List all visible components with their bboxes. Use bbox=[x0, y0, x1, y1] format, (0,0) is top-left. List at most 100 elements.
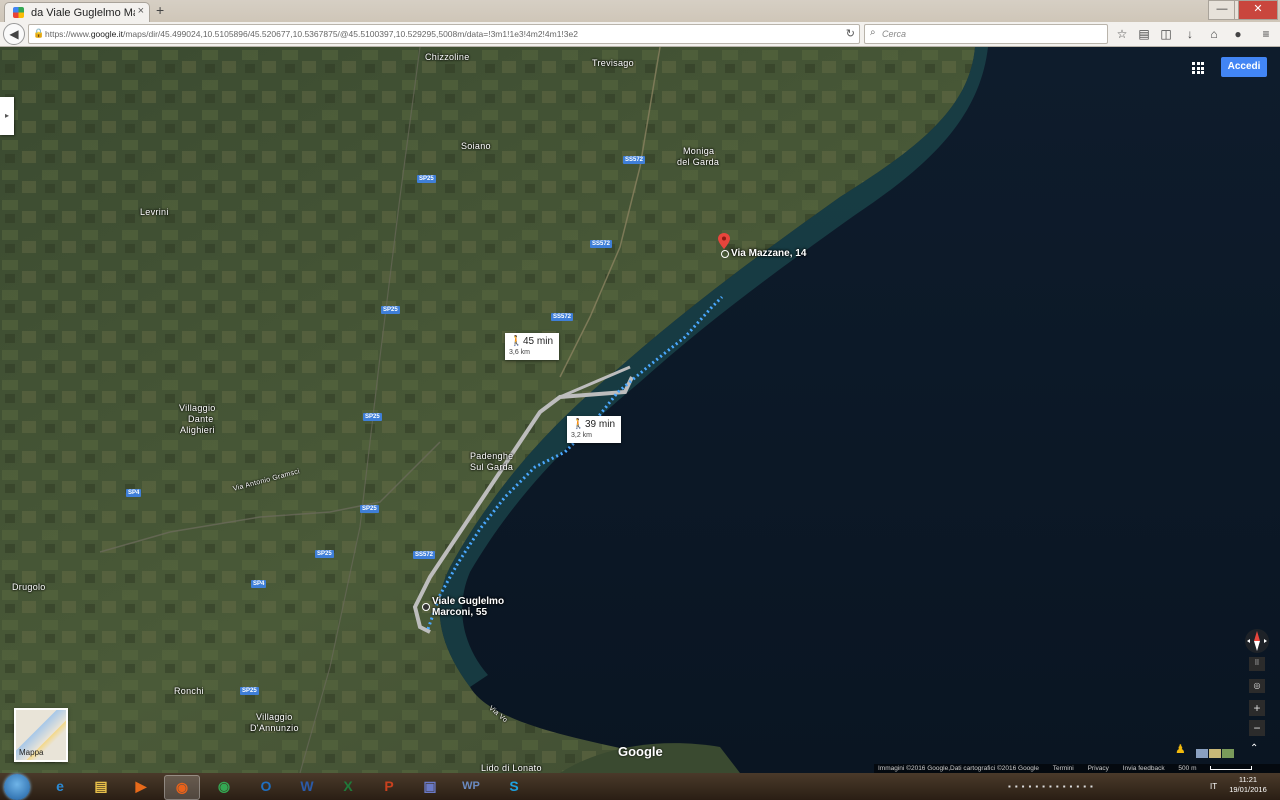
route-main-box[interactable]: 🚶 39 min 3,2 km bbox=[567, 416, 621, 443]
road-badge: SP25 bbox=[363, 413, 382, 421]
reading-list-icon[interactable]: ▤ bbox=[1136, 26, 1152, 42]
road-badge: SP4 bbox=[251, 580, 267, 588]
satellite-map[interactable]: ▸ Chizzoline Trevisago Soiano Moniga del… bbox=[0, 47, 1280, 773]
new-tab-button[interactable]: + bbox=[156, 2, 164, 18]
pegman-icon[interactable]: ♟ bbox=[1175, 742, 1187, 756]
taskbar-app-ie[interactable]: e bbox=[43, 775, 77, 798]
map-type-label: Mappa bbox=[19, 748, 44, 757]
place-label: Alighieri bbox=[180, 425, 215, 435]
window-close-button[interactable]: ✕ bbox=[1238, 0, 1278, 20]
road-badge: SS572 bbox=[623, 156, 646, 164]
place-label: Ronchi bbox=[174, 686, 204, 696]
zoom-in-button[interactable]: + bbox=[1249, 700, 1265, 716]
my-location-icon[interactable]: ◎ bbox=[1249, 679, 1265, 693]
compass-icon[interactable] bbox=[1244, 628, 1270, 654]
url-text: https://www.google.it/maps/dir/45.499024… bbox=[45, 29, 578, 39]
sidebar-toggle-button[interactable]: ▸ bbox=[0, 97, 14, 135]
road-badge: SS572 bbox=[413, 551, 436, 559]
taskbar-app-excel[interactable]: X bbox=[331, 775, 365, 798]
terms-link[interactable]: Termini bbox=[1053, 765, 1074, 772]
taskbar-app-skype[interactable]: S bbox=[497, 775, 531, 798]
taskbar-app-word[interactable]: W bbox=[290, 775, 324, 798]
url-bar[interactable]: 🔒 https://www.google.it/maps/dir/45.4990… bbox=[28, 24, 860, 44]
windows-taskbar: e ▤ ▶ ◉ ◉ O W X P ▣ WP S IT ▪▪▪▪▪▪▪▪▪▪▪▪… bbox=[0, 773, 1280, 800]
home-icon[interactable]: ⌂ bbox=[1206, 26, 1222, 42]
ie-icon: e bbox=[56, 778, 64, 794]
place-label: del Garda bbox=[677, 157, 720, 167]
language-indicator[interactable]: IT bbox=[1210, 782, 1217, 791]
place-label: Drugolo bbox=[12, 582, 46, 592]
place-label: Chizzoline bbox=[425, 52, 470, 62]
walking-icon: 🚶 bbox=[510, 336, 523, 347]
place-label: Villaggio bbox=[179, 403, 216, 413]
taskbar-app-chrome[interactable]: ◉ bbox=[207, 775, 241, 798]
clock-time: 11:21 bbox=[1238, 775, 1258, 784]
outlook-icon: O bbox=[260, 778, 272, 794]
imagery-credit: Immagini ©2016 Google,Dati cartografici … bbox=[878, 765, 1039, 772]
clock[interactable]: 11:21 19/01/2016 bbox=[1228, 775, 1268, 795]
word-icon: W bbox=[300, 778, 314, 794]
destination-label[interactable]: Via Mazzane, 14 bbox=[731, 248, 806, 259]
map-type-toggle[interactable]: Mappa bbox=[14, 708, 68, 762]
taskbar-app-wordpad[interactable]: WP bbox=[454, 775, 488, 798]
place-label: Lido di Lonato bbox=[481, 763, 542, 773]
route-distance: 3,6 km bbox=[509, 349, 531, 356]
taskbar-app-generic[interactable]: ▣ bbox=[413, 775, 447, 798]
destination-point-icon bbox=[721, 250, 729, 258]
app-icon: ▣ bbox=[423, 778, 437, 794]
apps-grid-icon[interactable] bbox=[1192, 62, 1204, 74]
folder-icon: ▤ bbox=[94, 778, 108, 794]
feedback-link[interactable]: Invia feedback bbox=[1123, 765, 1165, 772]
taskbar-app-outlook[interactable]: O bbox=[249, 775, 283, 798]
firefox-icon: ◉ bbox=[175, 779, 189, 795]
accedi-button[interactable]: Accedi bbox=[1221, 57, 1267, 77]
origin-label[interactable]: Viale Guglelmo Marconi, 55 bbox=[432, 596, 504, 618]
tray-icons[interactable]: ▪▪▪▪▪▪▪▪▪▪▪▪▪ bbox=[1008, 782, 1097, 791]
start-button[interactable] bbox=[4, 774, 30, 800]
chat-icon[interactable]: ● bbox=[1230, 26, 1246, 42]
origin-label-line1: Viale Guglelmo bbox=[432, 596, 505, 607]
tilt-icon[interactable]: ⠿ bbox=[1249, 657, 1265, 671]
expand-icon[interactable]: ⌃ bbox=[1250, 743, 1258, 754]
menu-icon[interactable]: ≡ bbox=[1258, 26, 1274, 42]
lock-icon: 🔒 bbox=[33, 28, 45, 38]
screen: da Viale Guglelmo Marconi... × + — ❐ ✕ ◀… bbox=[0, 0, 1280, 800]
imagery-thumbnails[interactable] bbox=[1196, 745, 1238, 758]
search-input[interactable]: ⌕ Cerca bbox=[864, 24, 1108, 44]
road-badge: SP25 bbox=[417, 175, 436, 183]
taskbar-app-powerpoint[interactable]: P bbox=[372, 775, 406, 798]
road-badge: SP25 bbox=[381, 306, 400, 314]
road-badge: SS572 bbox=[551, 313, 574, 321]
bookmark-star-icon[interactable]: ☆ bbox=[1114, 26, 1130, 42]
powerpoint-icon: P bbox=[384, 778, 394, 794]
browser-navbar: ◀ 🔒 https://www.google.it/maps/dir/45.49… bbox=[0, 22, 1280, 47]
back-button[interactable]: ◀ bbox=[3, 23, 25, 45]
route-distance: 3,2 km bbox=[571, 432, 593, 439]
taskbar-app-media-player[interactable]: ▶ bbox=[124, 775, 158, 798]
privacy-link[interactable]: Privacy bbox=[1088, 765, 1109, 772]
origin-point-icon[interactable] bbox=[422, 603, 430, 611]
search-placeholder: Cerca bbox=[882, 29, 907, 39]
browser-tab[interactable]: da Viale Guglelmo Marconi... × bbox=[4, 2, 150, 23]
taskbar-app-explorer[interactable]: ▤ bbox=[84, 775, 118, 798]
origin-label-line2: Marconi, 55 bbox=[432, 607, 488, 618]
place-label: Villaggio bbox=[256, 712, 293, 722]
road-badge: SP25 bbox=[240, 687, 259, 695]
minimize-button[interactable]: — bbox=[1208, 0, 1236, 20]
route-alternative-box[interactable]: 🚶 45 min 3,6 km bbox=[505, 333, 559, 360]
download-icon[interactable]: ↓ bbox=[1182, 26, 1198, 42]
tab-close-icon[interactable]: × bbox=[138, 5, 144, 17]
road-badge: SP25 bbox=[315, 550, 334, 558]
place-label: Padenghe bbox=[470, 451, 514, 461]
road-badge: SP25 bbox=[360, 505, 379, 513]
pocket-icon[interactable]: ◫ bbox=[1158, 26, 1174, 42]
tab-title: da Viale Guglelmo Marconi... bbox=[31, 7, 135, 19]
wordpad-icon: WP bbox=[462, 780, 480, 792]
skype-icon: S bbox=[509, 778, 519, 794]
map-footer: Immagini ©2016 Google,Dati cartografici … bbox=[874, 764, 1280, 773]
reload-icon[interactable]: ↻ bbox=[846, 27, 855, 40]
place-label: Dante bbox=[188, 414, 214, 424]
destination-pin-icon[interactable] bbox=[718, 233, 730, 249]
zoom-out-button[interactable]: − bbox=[1249, 720, 1265, 736]
taskbar-app-firefox[interactable]: ◉ bbox=[164, 775, 200, 800]
